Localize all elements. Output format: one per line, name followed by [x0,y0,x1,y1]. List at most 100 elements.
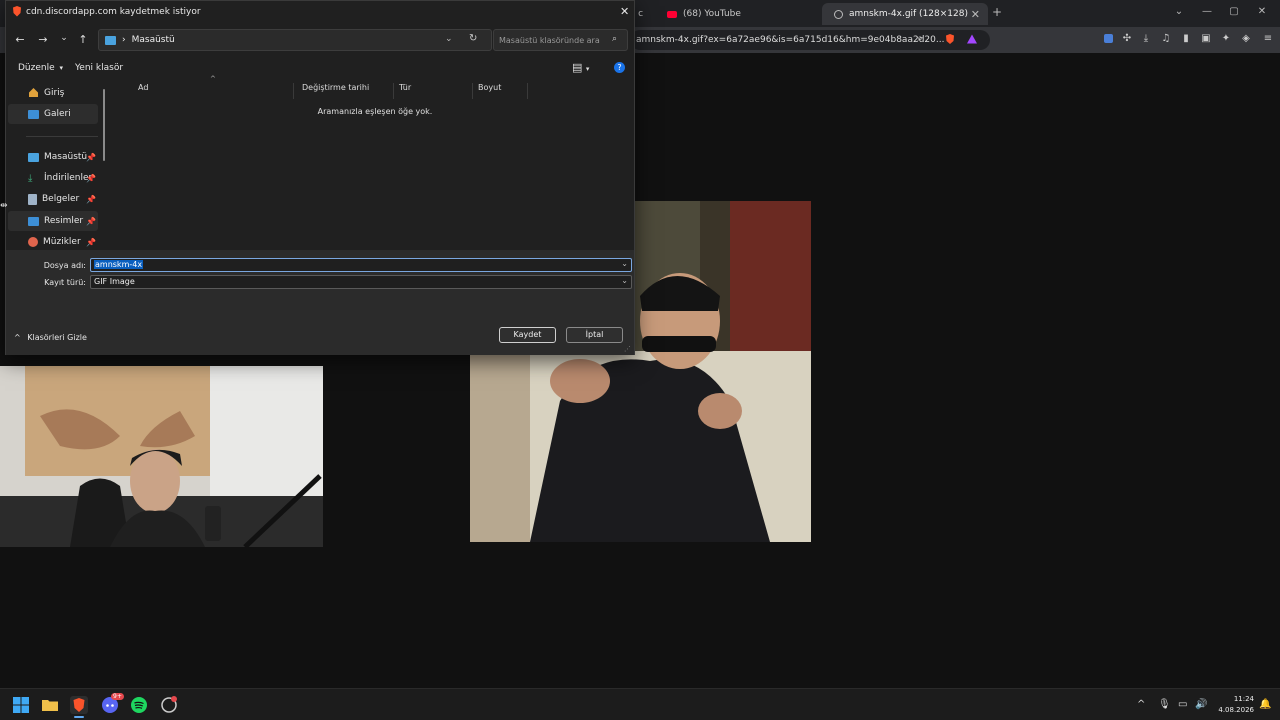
search-icon: ⌕ [612,34,618,44]
brave-logo-icon [12,6,22,20]
home-icon [28,87,39,101]
column-header-modified[interactable]: Değiştirme tarihi [298,83,394,99]
nav-label: Resimler [44,216,84,226]
hide-folders-label: Klasörleri Gizle [27,333,87,342]
windows-start-icon[interactable] [12,696,30,714]
nav-item-pictures[interactable]: Resimler 📌 [8,211,98,231]
file-name-value: amnskm-4x [94,260,144,269]
url-text: amnskm-4x.gif?ex=6a72ae96&is=6a715d16&hm… [636,35,945,45]
navigation-pane: Giriş Galeri Masaüstü 📌 ⤓ İndirilenler 📌… [6,79,106,249]
tab-search-icon[interactable]: ⌄ [1172,6,1186,17]
pin-icon: 📌 [86,194,96,204]
sidebar-icon[interactable]: ▮ [1180,33,1192,45]
up-arrow-icon[interactable]: ↑ [77,33,89,46]
maximize-button[interactable]: ▢ [1227,6,1241,17]
chevron-down-icon[interactable]: ⌄ [621,259,628,268]
brave-shields-icon[interactable] [944,33,956,45]
network-icon[interactable]: ▭ [1178,699,1187,710]
column-header-name[interactable]: Ad [134,83,294,99]
address-bar[interactable]: amnskm-4x.gif?ex=6a72ae96&is=6a715d16&hm… [630,30,990,50]
gallery-icon [28,109,39,119]
column-header-type[interactable]: Tür [395,83,473,99]
desktop-folder-icon [105,36,116,45]
puzzle-icon[interactable]: ✣ [1121,33,1133,45]
zoom-icon[interactable]: ⌕ [914,33,926,45]
new-folder-button[interactable]: Yeni klasör [75,63,123,73]
back-arrow-icon[interactable]: ← [14,33,26,46]
resize-grip-icon[interactable]: ⋰ [624,345,631,353]
leo-ai-icon[interactable]: ✦ [1220,33,1232,45]
nav-item-documents[interactable]: Belgeler 📌 [8,189,98,209]
discord-badge: 9+ [111,693,124,700]
pictures-icon [28,216,39,226]
save-button[interactable]: Kaydet [499,327,556,343]
desktop-folder-icon [28,152,39,162]
dialog-close-button[interactable]: ✕ [620,5,629,18]
nav-label: Masaüstü [44,152,88,162]
globe-icon [834,9,843,19]
close-tab-icon[interactable]: ✕ [971,8,980,21]
tab-gif[interactable]: amnskm-4x.gif (128×128) ✕ [822,3,988,25]
dialog-titlebar: cdn.discordapp.com kaydetmek istiyor ✕ [6,1,634,23]
dialog-bottom-panel: Dosya adı: amnskm-4x ⌄ Kayıt türü: GIF I… [6,250,634,355]
search-input[interactable]: Masaüstü klasöründe ara ⌕ [493,29,628,51]
taskbar: 9+ ^ 🎙 ▭ 🔊 11:24 4.08.2026 🔔 [0,688,1280,720]
nav-label: Belgeler [42,194,80,204]
save-type-label: Kayıt türü: [44,278,86,287]
tab-youtube[interactable]: (68) YouTube [655,3,815,25]
nav-item-desktop[interactable]: Masaüstü 📌 [8,147,98,167]
discord-icon[interactable]: 9+ [101,693,124,714]
brave-browser-icon[interactable] [70,696,88,718]
file-name-input[interactable]: amnskm-4x ⌄ [90,258,632,272]
forward-arrow-icon[interactable]: → [37,33,49,46]
nav-item-music[interactable]: Müzikler 📌 [8,232,98,252]
nav-divider [26,136,98,137]
show-hidden-icons[interactable]: ^ [1137,699,1145,710]
notification-icon[interactable]: 🔔 [1259,699,1271,710]
recent-locations-icon[interactable]: ⌄ [58,33,70,43]
file-name-label: Dosya adı: [43,261,86,270]
location-text: Masaüstü [131,35,175,45]
webcam-overlay [0,366,323,547]
dialog-command-bar: Düzenle ▾ Yeni klasör ▤ ▾ ? [6,57,634,79]
nav-pane-scrollbar[interactable] [103,89,105,161]
minimize-button[interactable]: — [1200,6,1214,17]
microphone-icon[interactable]: 🎙 [1158,699,1171,710]
music-note-icon[interactable]: ♫ [1160,33,1172,45]
volume-icon[interactable]: 🔊 [1195,699,1207,710]
location-bar[interactable]: › Masaüstü ⌄ ↻ [98,29,492,51]
file-explorer-icon[interactable] [41,696,59,714]
tab-label: amnskm-4x.gif (128×128) [849,9,968,19]
active-app-indicator [74,716,84,718]
save-type-select[interactable]: GIF Image ⌄ [90,275,632,289]
organize-menu-button[interactable]: Düzenle ▾ [18,63,63,73]
view-options-icon[interactable]: ▤ ▾ [572,61,589,74]
menu-icon[interactable]: ≡ [1262,33,1274,45]
hide-folders-button[interactable]: ^ Klasörleri Gizle [14,333,87,342]
refresh-icon[interactable]: ↻ [469,33,477,44]
music-icon [28,237,38,247]
save-dialog: cdn.discordapp.com kaydetmek istiyor ✕ ←… [5,0,635,355]
file-list: ^ Ad Değiştirme tarihi Tür Boyut Aramanı… [110,75,634,249]
pin-icon: 📌 [86,173,96,183]
column-header-size[interactable]: Boyut [474,83,528,99]
new-tab-button[interactable]: + [992,5,1002,19]
download-icon[interactable]: ⤓ [1140,33,1152,45]
nav-item-gallery[interactable]: Galeri [8,104,98,124]
help-icon[interactable]: ? [614,62,625,73]
organize-label: Düzenle [18,63,55,73]
cancel-button[interactable]: İptal [566,327,623,343]
close-window-button[interactable]: ✕ [1255,6,1269,17]
extension-icon[interactable] [1102,33,1114,45]
spotify-icon[interactable] [130,696,148,714]
nav-item-downloads[interactable]: ⤓ İndirilenler 📌 [8,168,98,188]
app-icon[interactable] [160,696,178,714]
vpn-icon[interactable]: ◈ [1240,33,1252,45]
brave-rewards-icon[interactable] [966,33,978,45]
clock[interactable]: 11:24 4.08.2026 [1214,694,1254,716]
nav-item-home[interactable]: Giriş [8,83,98,103]
nav-label: Galeri [44,109,71,119]
chevron-up-icon: ^ [14,333,21,342]
wallet-icon[interactable]: ▣ [1200,33,1212,45]
chevron-down-icon[interactable]: ⌄ [445,34,453,44]
